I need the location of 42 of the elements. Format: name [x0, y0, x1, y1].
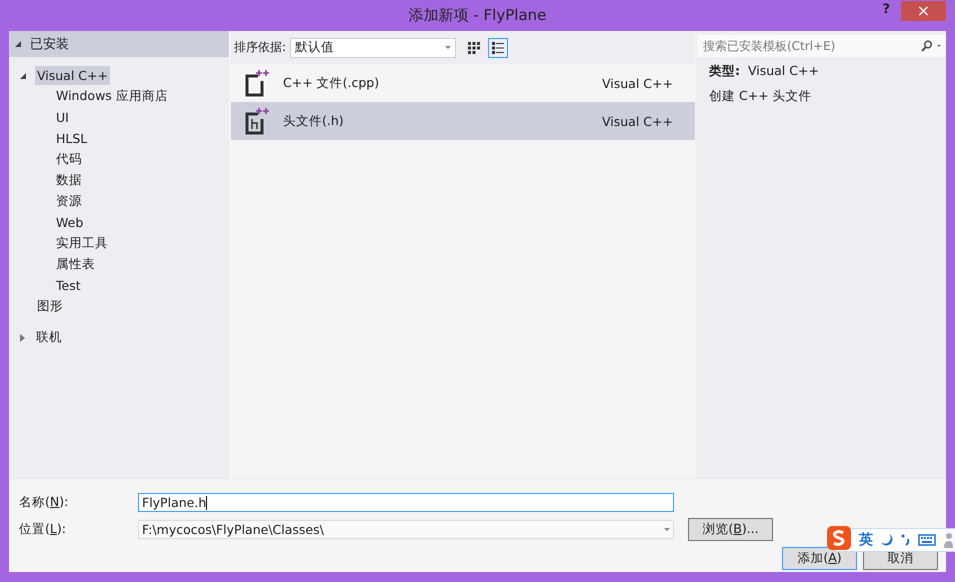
tree-item[interactable]: Web	[54, 213, 86, 232]
search-icon[interactable]	[920, 40, 942, 52]
type-info: 类型: Visual C++	[708, 62, 820, 80]
punctuation-icon[interactable]	[901, 533, 911, 547]
help-button[interactable]: ?	[878, 2, 894, 17]
browse-button[interactable]: 浏览(B)...	[688, 518, 773, 541]
cpp-file-icon	[243, 69, 269, 97]
expand-arrow-icon[interactable]	[20, 334, 25, 342]
description-text: 创建 C++ 头文件	[708, 87, 813, 105]
tree-item[interactable]: 图形	[35, 296, 65, 317]
search-box[interactable]: 搜索已安装模板(Ctrl+E)	[697, 35, 946, 57]
tree-item[interactable]: 资源	[54, 191, 84, 212]
header-file-icon	[243, 107, 269, 135]
location-combo-box[interactable]: F:\mycocos\FlyPlane\Classes\	[138, 520, 674, 539]
tree-item[interactable]: 属性表	[54, 254, 97, 275]
tree-item[interactable]: UI	[54, 108, 71, 127]
template-item[interactable]: C++ 文件(.cpp) Visual C++	[231, 64, 695, 102]
tree-item[interactable]: 数据	[54, 170, 84, 191]
expand-arrow-icon[interactable]	[20, 72, 26, 78]
moon-icon[interactable]	[880, 533, 894, 547]
field-label: 位置(L):	[19, 521, 67, 538]
tree-item[interactable]: 代码	[54, 149, 84, 170]
ime-mode-toggle[interactable]: 英	[859, 531, 873, 549]
template-item[interactable]: 头文件(.h) Visual C++	[231, 102, 695, 140]
name-field[interactable]: FlyPlane.h	[138, 493, 674, 512]
sort-label: 排序依据:	[234, 39, 286, 56]
tree-item[interactable]: Windows 应用商店	[54, 86, 170, 107]
tree-item[interactable]: 联机	[34, 327, 64, 348]
tree-item[interactable]: HLSL	[54, 129, 90, 148]
sort-dropdown[interactable]: 默认值	[290, 38, 456, 58]
tree-item[interactable]: Visual C++	[35, 66, 110, 85]
ime-logo-icon[interactable]	[826, 525, 852, 551]
list-view-icon[interactable]	[488, 38, 508, 58]
keyboard-icon[interactable]	[918, 534, 936, 546]
installed-header[interactable]: 已安装	[9, 31, 229, 57]
tree-item[interactable]: Test	[54, 276, 83, 295]
window-title: 添加新项 - FlyPlane	[408, 6, 546, 25]
tree-item[interactable]: 实用工具	[54, 233, 110, 254]
search-field[interactable]: 搜索已安装模板(Ctrl+E)	[701, 38, 920, 54]
close-button[interactable]: ×	[901, 1, 946, 21]
add-button[interactable]: 添加(A)	[782, 547, 857, 570]
field-label: 名称(N):	[19, 494, 70, 511]
